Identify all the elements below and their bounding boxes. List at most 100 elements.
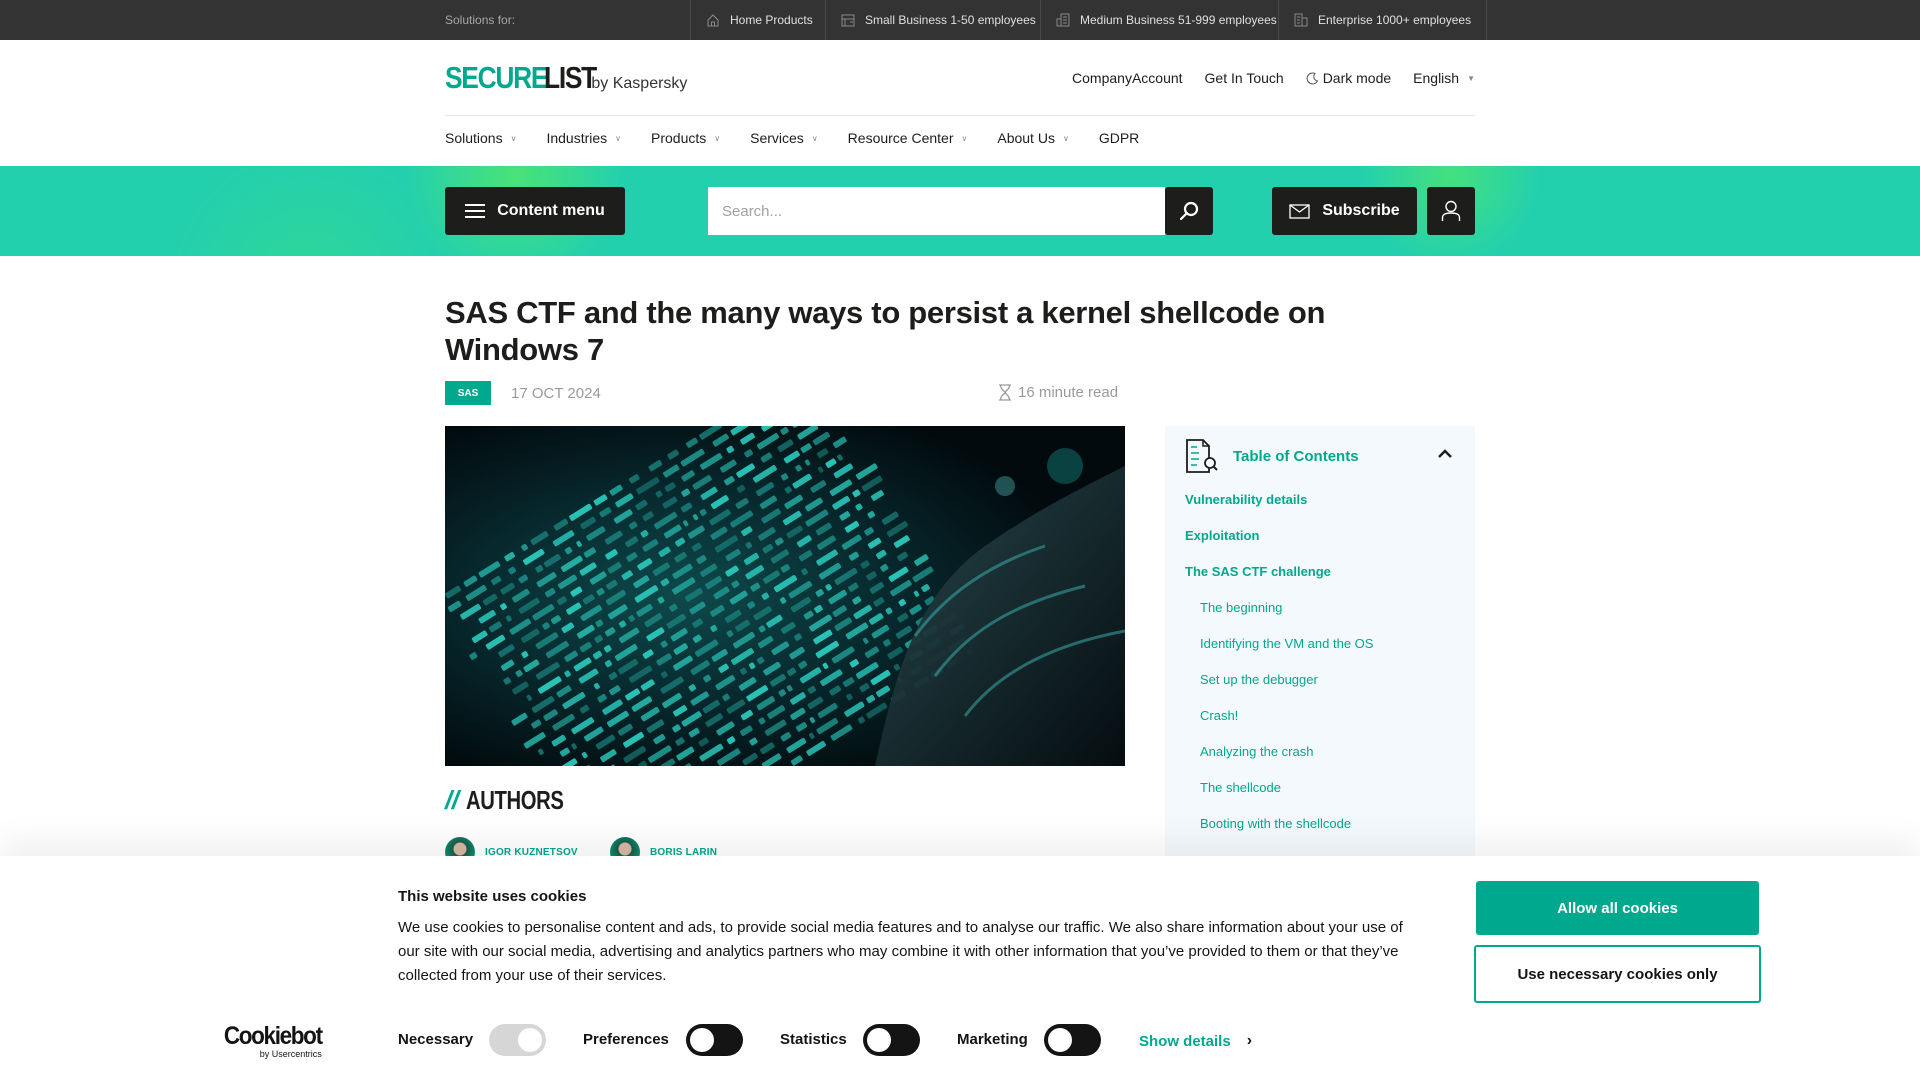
cookie-consent-banner: This website uses cookies We use cookies… bbox=[0, 856, 1920, 1080]
cookie-title: This website uses cookies bbox=[398, 888, 587, 905]
logo-secure: SECURE bbox=[445, 60, 548, 95]
cookiebot-logo: Cookiebot by Usercentrics bbox=[213, 1022, 323, 1060]
nav-item-industries[interactable]: Industries ∨ bbox=[546, 130, 621, 146]
necessary-cookies-only-button[interactable]: Use necessary cookies only bbox=[1474, 945, 1761, 1003]
marketing-label: Marketing bbox=[957, 1031, 1028, 1048]
enterprise-icon bbox=[1294, 13, 1308, 27]
nav-label: Resource Center bbox=[847, 130, 954, 146]
preferences-label: Preferences bbox=[583, 1031, 669, 1048]
statistics-toggle[interactable] bbox=[863, 1024, 920, 1056]
read-time: 16 minute read bbox=[998, 384, 1118, 401]
nav-item-gdpr[interactable]: GDPR bbox=[1099, 130, 1139, 146]
necessary-label: Necessary bbox=[398, 1031, 474, 1048]
nav-item-solutions[interactable]: Solutions ∨ bbox=[445, 130, 516, 146]
nav-item-services[interactable]: Services ∨ bbox=[750, 130, 818, 146]
user-icon bbox=[1441, 200, 1461, 222]
toc-item[interactable]: Exploitation bbox=[1185, 528, 1259, 543]
toc-item[interactable]: Set up the debugger bbox=[1200, 672, 1318, 687]
language-selector[interactable]: English ▼ bbox=[1413, 70, 1475, 86]
toc-item[interactable]: The beginning bbox=[1200, 600, 1282, 615]
dark-mode-toggle[interactable]: Dark mode bbox=[1306, 70, 1391, 86]
authors-slashes: // bbox=[445, 785, 459, 815]
hamburger-icon bbox=[465, 203, 486, 219]
logo-by-kaspersky: by Kaspersky bbox=[591, 75, 688, 92]
segment-label: Home Products bbox=[730, 13, 813, 27]
read-time-label: 16 minute read bbox=[1018, 384, 1119, 401]
chevron-down-icon: ∨ bbox=[811, 133, 818, 143]
toc-item[interactable]: Analyzing the crash bbox=[1200, 744, 1313, 759]
allow-all-cookies-button[interactable]: Allow all cookies bbox=[1476, 881, 1759, 935]
header-links: CompanyAccount Get In Touch Dark mode En… bbox=[1072, 70, 1475, 86]
segment-label: Enterprise 1000+ employees bbox=[1318, 13, 1472, 27]
toc-item[interactable]: Booting with the shellcode bbox=[1200, 816, 1351, 831]
toc-title: Table of Contents bbox=[1233, 447, 1359, 465]
nav-label: GDPR bbox=[1098, 130, 1140, 146]
chevron-down-icon: ∨ bbox=[615, 133, 622, 143]
get-in-touch-link[interactable]: Get In Touch bbox=[1205, 70, 1284, 86]
cookie-description: We use cookies to personalise content an… bbox=[398, 919, 1403, 984]
category-tag[interactable]: SAS bbox=[445, 381, 491, 405]
preferences-toggle[interactable] bbox=[686, 1024, 743, 1056]
dark-mode-label: Dark mode bbox=[1322, 70, 1392, 86]
nav-item-resource-center[interactable]: Resource Center ∨ bbox=[848, 130, 968, 146]
nav-label: About Us bbox=[997, 130, 1055, 146]
toc-item[interactable]: Crash! bbox=[1200, 708, 1238, 723]
segment-home-products[interactable]: Home Products bbox=[690, 0, 828, 40]
nav-label: Solutions bbox=[445, 130, 503, 146]
document-search-icon bbox=[1185, 438, 1219, 474]
nav-label: Products bbox=[651, 130, 707, 146]
header-divider bbox=[445, 115, 1475, 116]
necessary-toggle bbox=[489, 1024, 546, 1056]
toc-item[interactable]: The shellcode bbox=[1200, 780, 1281, 795]
search-input[interactable] bbox=[708, 187, 1165, 235]
chevron-right-icon: › bbox=[1246, 1032, 1253, 1049]
show-details-label: Show details bbox=[1139, 1032, 1231, 1050]
content-menu-button[interactable]: Content menu bbox=[445, 187, 625, 235]
chevron-down-icon: ∨ bbox=[714, 133, 721, 143]
toc-item[interactable]: Vulnerability details bbox=[1185, 492, 1307, 507]
subscribe-label: Subscribe bbox=[1322, 202, 1400, 219]
small-business-icon bbox=[841, 13, 855, 27]
securelist-logo[interactable]: SECURE LIST by Kaspersky bbox=[445, 60, 687, 96]
toc-item[interactable]: Identifying the VM and the OS bbox=[1200, 636, 1373, 651]
cookiebot-wordmark: Cookiebot bbox=[223, 1022, 323, 1050]
toggle-knob bbox=[867, 1028, 891, 1052]
subscribe-button[interactable]: Subscribe bbox=[1272, 187, 1417, 235]
search-button[interactable] bbox=[1165, 187, 1213, 235]
toggle-knob bbox=[1048, 1028, 1072, 1052]
segment-label: Small Business 1-50 employees bbox=[865, 13, 1036, 27]
main-nav: Solutions ∨ Industries ∨ Products ∨ Service… bbox=[445, 130, 1139, 146]
toc-item[interactable]: The SAS CTF challenge bbox=[1185, 564, 1331, 579]
company-account-link[interactable]: CompanyAccount bbox=[1072, 70, 1183, 86]
moon-icon bbox=[1306, 71, 1319, 85]
show-details-link[interactable]: Show details › bbox=[1139, 1032, 1252, 1050]
content-menu-label: Content menu bbox=[497, 202, 605, 219]
chevron-down-icon: ▼ bbox=[1467, 73, 1475, 83]
nav-item-about-us[interactable]: About Us ∨ bbox=[997, 130, 1068, 146]
authors-label: AUTHORS bbox=[466, 785, 565, 815]
search-icon bbox=[1178, 200, 1200, 222]
hourglass-icon bbox=[998, 384, 1012, 401]
article-title: SAS CTF and the many ways to persist a k… bbox=[445, 295, 1326, 367]
cookiebot-sub: by Usercentrics bbox=[259, 1049, 322, 1059]
authors-heading: // AUTHORS bbox=[445, 785, 592, 816]
publish-date: 17 OCT 2024 bbox=[511, 385, 601, 402]
statistics-label: Statistics bbox=[780, 1031, 847, 1048]
nav-item-products[interactable]: Products ∨ bbox=[651, 130, 720, 146]
language-label: English bbox=[1413, 70, 1460, 86]
segment-small-business[interactable]: Small Business 1-50 employees bbox=[825, 0, 1051, 40]
hero-illustration bbox=[445, 426, 1125, 766]
segment-medium-business[interactable]: Medium Business 51-999 employees bbox=[1040, 0, 1292, 40]
marketing-toggle[interactable] bbox=[1044, 1024, 1101, 1056]
segment-label: Medium Business 51-999 employees bbox=[1080, 13, 1277, 27]
logo-list: LIST bbox=[544, 60, 597, 95]
nav-label: Industries bbox=[546, 130, 608, 146]
account-button[interactable] bbox=[1427, 187, 1475, 235]
toc-header[interactable]: Table of Contents bbox=[1185, 436, 1465, 476]
medium-business-icon bbox=[1056, 13, 1070, 27]
toggle-knob bbox=[518, 1028, 542, 1052]
segment-enterprise[interactable]: Enterprise 1000+ employees bbox=[1278, 0, 1488, 40]
chevron-up-icon[interactable] bbox=[1437, 446, 1453, 464]
home-icon bbox=[706, 13, 720, 27]
chevron-down-icon: ∨ bbox=[961, 133, 968, 143]
